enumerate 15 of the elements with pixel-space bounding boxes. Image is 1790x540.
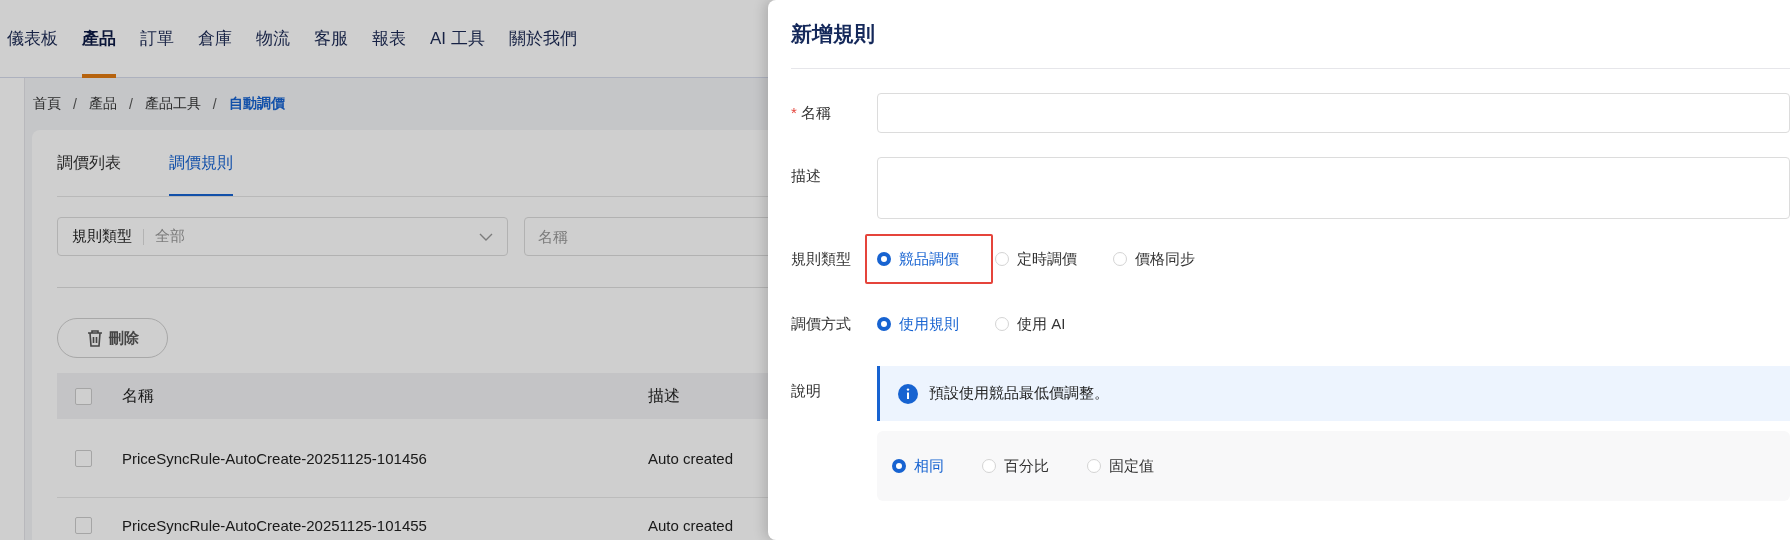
breadcrumb-separator: / <box>73 96 77 112</box>
breadcrumb-separator: / <box>212 96 217 112</box>
drawer-title: 新增規則 <box>791 21 876 47</box>
breadcrumb-separator: / <box>128 96 133 112</box>
table-cell: Auto created <box>648 517 734 534</box>
info-message: 預設使用競品最低價調整。 <box>929 384 1109 403</box>
table-cell-text: PriceSyncRule-AutoCreate-20251125-101456 <box>122 449 428 467</box>
column-header: 描述 <box>648 385 680 406</box>
field-label: 描述 <box>791 166 822 186</box>
field-label: * 名稱 <box>791 103 832 123</box>
field-label: 調價方式 <box>791 314 852 334</box>
table-cell: Auto created <box>648 449 734 467</box>
table-cell-text: PriceSyncRule-AutoCreate-20251125-101455 <box>122 517 428 534</box>
column-header: 名稱 <box>122 385 155 406</box>
field-label: 說明 <box>791 381 822 401</box>
